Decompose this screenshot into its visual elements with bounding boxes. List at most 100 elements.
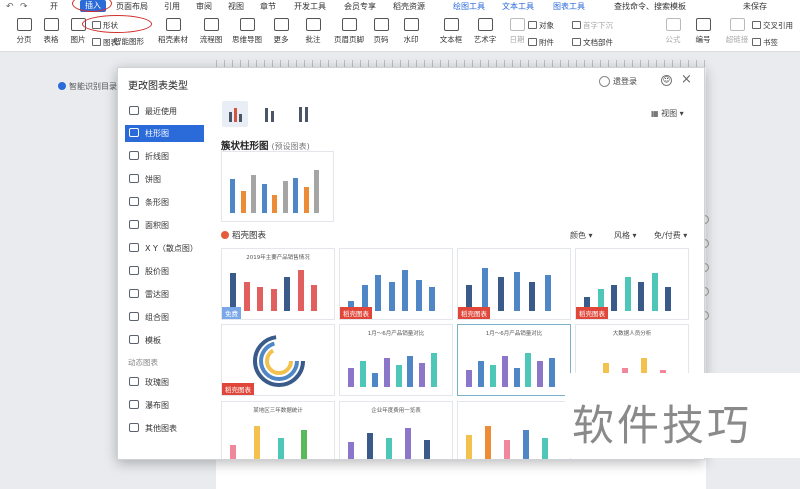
thumbnail-bar [542,437,548,459]
sidebar-item-stock[interactable]: 股价图 [125,263,204,280]
thumbnail-bar [257,287,264,311]
sidebar-item-column[interactable]: 柱形图 [125,125,204,142]
outline-tab[interactable]: 智能识别目录 [58,81,117,92]
menu-text-tools[interactable]: 文本工具 [502,1,534,12]
more-icon [273,18,289,31]
sidebar-item-recent[interactable]: 最近使用 [125,103,204,120]
ribbon-attachment[interactable]: 附件 [528,37,554,48]
sidebar-item-waterfall[interactable]: 瀑布图 [125,397,204,414]
thumbnail-bar [261,184,267,213]
template-card[interactable]: 企业年度费用一览表 [339,401,453,459]
menu-references[interactable]: 引用 [164,1,180,12]
template-card[interactable] [457,401,571,459]
ribbon-flowchart[interactable]: 流程图 [192,18,230,45]
thumbnail-bar [651,272,658,311]
sidebar-item-other[interactable]: 其他图表 [125,420,204,437]
filter-color[interactable]: 颜色 ▾ [570,230,593,241]
sidebar-item-area[interactable]: 面积图 [125,217,204,234]
menu-chapter[interactable]: 章节 [260,1,276,12]
thumbnail-bar [230,272,236,311]
ribbon-docer-material[interactable]: 稻壳素材 [154,18,192,45]
ribbon-drop-cap[interactable]: 首字下沉 [572,20,613,31]
attachment-icon [528,38,537,46]
other-chart-icon [129,423,139,432]
thumbnail-bar [253,425,260,459]
ring-arc [265,347,293,375]
template-card[interactable]: 2019年主要产品销售情况 免费 [221,248,335,320]
template-card[interactable]: 稻壳图表 [221,324,335,396]
filter-style[interactable]: 风格 ▾ [614,230,637,241]
ribbon-comment[interactable]: 批注 [294,18,332,45]
docer-badge: 稻壳图表 [458,307,490,319]
sidebar-item-rose[interactable]: 玫瑰图 [125,374,204,391]
template-card[interactable]: 稻壳图表 [575,248,689,320]
sidebar-item-pie[interactable]: 饼图 [125,171,204,188]
highlight-ring-chart [82,15,152,33]
menu-docer[interactable]: 稻壳资源 [393,1,425,12]
cross-ref-icon [752,21,761,29]
thumbnail-bar [523,430,529,459]
header-footer-icon [341,18,357,31]
subtype-clustered-column[interactable] [222,101,248,127]
template-bars [348,263,444,311]
docer-badge: 稻壳图表 [340,307,372,319]
ribbon-hyperlink[interactable]: 超链接 [718,18,756,45]
grid-icon: ▦ [651,109,662,118]
ribbon-bookmark[interactable]: 书签 [752,37,778,48]
templates-heading: 稻壳图表 [221,229,266,241]
template-bars [466,339,562,387]
template-card[interactable]: 1月～6月产品销量对比 [339,324,453,396]
ribbon-mindmap[interactable]: 思维导图 [228,18,266,45]
sidebar-item-bar[interactable]: 条形图 [125,194,204,211]
menu-review[interactable]: 审阅 [196,1,212,12]
ribbon-textbox[interactable]: 文本框 [432,18,470,45]
flowchart-icon [203,18,219,31]
thumbnail-bar [405,428,411,459]
ribbon-cross-ref[interactable]: 交叉引用 [752,20,793,31]
subtype-stacked-column[interactable] [256,101,282,127]
sidebar-item-line[interactable]: 折线图 [125,148,204,165]
thumbnail-bar [481,267,488,311]
sidebar-item-radar[interactable]: 雷达图 [125,286,204,303]
ribbon-doc-parts[interactable]: 文档部件 [572,37,613,48]
template-card[interactable]: 稻壳图表 [339,248,453,320]
template-card[interactable]: 某地区三年数据统计 [221,401,335,459]
view-toggle[interactable]: ▦ 视图 ▾ [651,108,684,119]
menu-page-layout[interactable]: 页面布局 [116,1,148,12]
thumbnail-bar [297,270,304,311]
undo-icon[interactable]: ↶ [6,2,14,12]
sidebar-item-scatter[interactable]: X Y（散点图） [125,240,204,257]
menu-developer[interactable]: 开发工具 [294,1,326,12]
close-icon[interactable]: × [681,72,692,87]
thumbnail-bar [485,425,491,459]
menu-start[interactable]: 开 [50,1,58,12]
preset-chart-card[interactable] [221,151,334,222]
thumbnail-bar [537,360,544,387]
feedback-icon[interactable]: ☺ [661,75,672,86]
sidebar-item-template[interactable]: 模板 [125,332,204,349]
login-button[interactable]: 遗登录 [599,76,637,87]
menu-drawing-tools[interactable]: 绘图工具 [453,1,485,12]
filter-price[interactable]: 免/付费 ▾ [654,230,687,241]
thumbnail-bar [549,358,556,387]
outline-icon [58,82,66,90]
menu-member[interactable]: 会员专享 [344,1,376,12]
comment-icon [305,18,321,31]
command-search[interactable]: 查找命令、搜索模板 [614,1,686,12]
thumbnail-bar [383,358,390,387]
ribbon-watermark[interactable]: 水印 [392,18,430,45]
sidebar-item-combo[interactable]: 组合图 [125,309,204,326]
thumbnail-bar [272,194,277,213]
thumbnail-bar [513,271,520,311]
menu-view[interactable]: 视图 [228,1,244,12]
ribbon-numbering[interactable]: 编号 [684,18,722,45]
subtype-percent-column[interactable] [290,101,316,127]
radar-chart-icon [129,289,139,298]
ribbon-object[interactable]: 对象 [528,20,554,31]
redo-icon[interactable]: ↷ [20,2,28,12]
menu-chart-tools[interactable]: 图表工具 [553,1,585,12]
template-card[interactable]: 稻壳图表 [457,248,571,320]
ribbon-smart-graphic[interactable]: 智能图形 [114,36,144,47]
thumbnail-bar [240,191,246,213]
template-card[interactable]: 1月～6月产品销量对比 [457,324,571,396]
